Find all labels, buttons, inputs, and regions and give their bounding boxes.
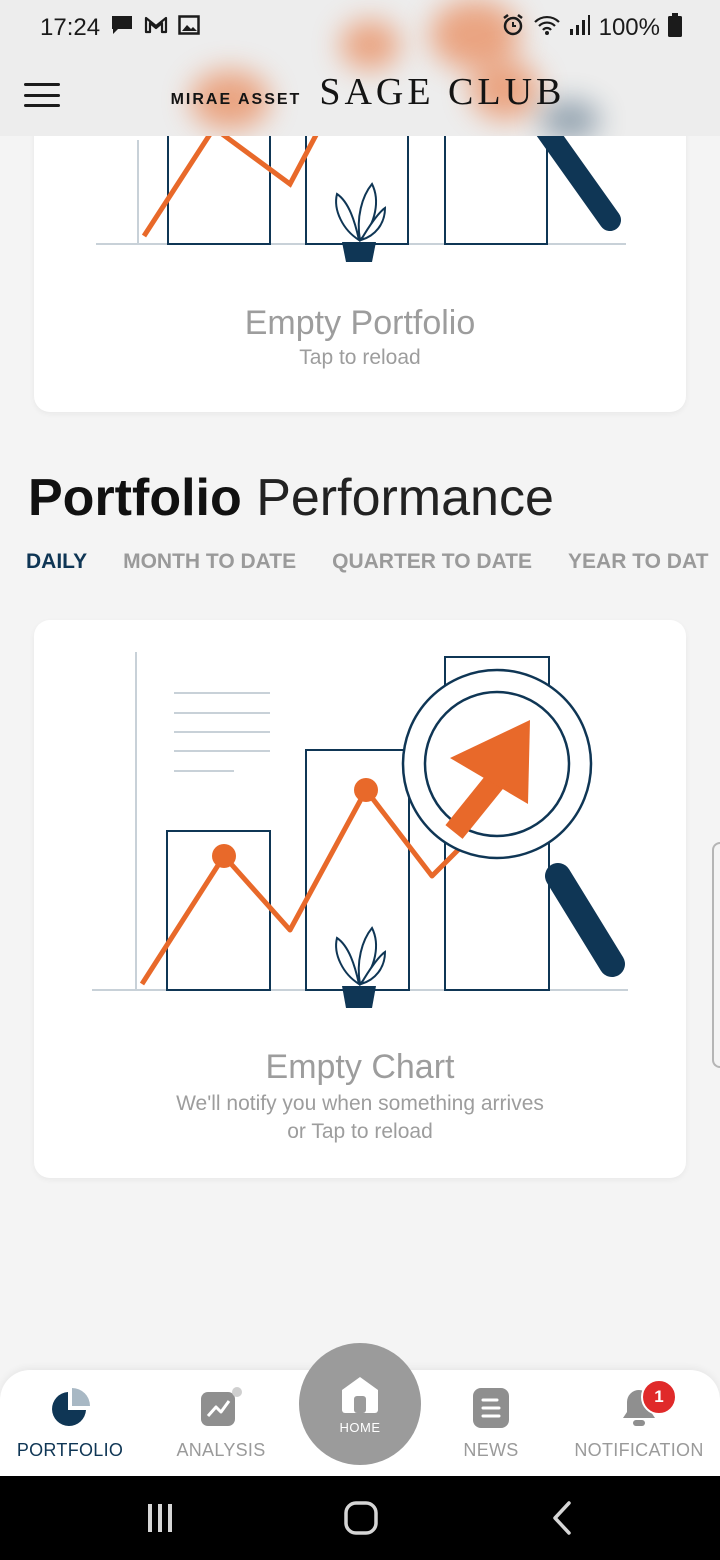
nav-portfolio[interactable]: PORTFOLIO bbox=[16, 1386, 124, 1461]
brand-logo: MIRAE ASSET SAGE CLUB bbox=[0, 70, 720, 114]
battery-icon bbox=[668, 12, 682, 44]
wifi-icon bbox=[533, 14, 561, 43]
nav-news-label: NEWS bbox=[463, 1440, 519, 1460]
system-navigation-bar bbox=[0, 1476, 720, 1560]
nav-analysis-label: ANALYSIS bbox=[176, 1440, 266, 1460]
pie-chart-icon bbox=[52, 1388, 90, 1426]
app-header: 17:24 100% MIRAE ASSET SAGE CLUB bbox=[0, 0, 720, 136]
image-icon bbox=[178, 14, 200, 42]
message-icon bbox=[110, 14, 134, 43]
nav-notification-label: NOTIFICATION bbox=[574, 1440, 704, 1460]
nav-analysis[interactable]: ANALYSIS bbox=[170, 1386, 272, 1461]
empty-chart-message-line1: We'll notify you when something arrives bbox=[176, 1092, 544, 1115]
nav-portfolio-label: PORTFOLIO bbox=[16, 1440, 124, 1460]
home-button[interactable]: HOME bbox=[299, 1343, 421, 1465]
tab-month-to-date[interactable]: MONTH TO DATE bbox=[123, 550, 296, 574]
empty-chart-title: Empty Chart bbox=[265, 1048, 455, 1086]
alarm-icon bbox=[501, 13, 525, 44]
brand-small-text: MIRAE ASSET bbox=[170, 91, 302, 108]
tab-year-to-date[interactable]: YEAR TO DAT bbox=[568, 550, 708, 574]
gmail-icon bbox=[144, 14, 168, 42]
section-title-light: Performance bbox=[256, 469, 554, 527]
portfolio-performance-title: Portfolio Performance bbox=[28, 468, 554, 528]
tab-daily[interactable]: DAILY bbox=[26, 550, 87, 574]
empty-chart-message-line2: or Tap to reload bbox=[287, 1120, 433, 1143]
home-label: HOME bbox=[339, 1419, 381, 1435]
chart-empty-card[interactable]: Empty Chart We'll notify you when someth… bbox=[34, 620, 686, 1178]
signal-icon bbox=[569, 14, 591, 43]
empty-portfolio-title: Empty Portfolio bbox=[244, 304, 476, 342]
performance-tabs: DAILY MONTH TO DATE QUARTER TO DATE YEAR… bbox=[26, 550, 708, 574]
home-icon bbox=[342, 1376, 378, 1413]
brand-large-text: SAGE CLUB bbox=[319, 71, 566, 113]
back-icon[interactable] bbox=[543, 1498, 583, 1538]
nav-news[interactable]: NEWS bbox=[450, 1386, 532, 1461]
status-time: 17:24 bbox=[40, 14, 101, 41]
battery-percent: 100% bbox=[598, 14, 660, 41]
empty-portfolio-subtitle: Tap to reload bbox=[299, 346, 421, 369]
recent-apps-icon[interactable] bbox=[140, 1498, 180, 1538]
news-icon bbox=[473, 1388, 509, 1428]
home-system-icon[interactable] bbox=[341, 1498, 381, 1538]
empty-chart-illustration bbox=[92, 652, 628, 1008]
scroll-edge-handle[interactable] bbox=[712, 842, 720, 1068]
analysis-chart-icon bbox=[201, 1387, 242, 1426]
section-title-bold: Portfolio bbox=[28, 469, 242, 527]
app-bar: MIRAE ASSET SAGE CLUB bbox=[0, 62, 720, 132]
nav-notification[interactable]: NOTIFICATION bbox=[574, 1386, 704, 1461]
notification-count-badge: 1 bbox=[641, 1379, 677, 1415]
tab-quarter-to-date[interactable]: QUARTER TO DATE bbox=[332, 550, 532, 574]
status-bar: 17:24 100% bbox=[0, 0, 720, 56]
